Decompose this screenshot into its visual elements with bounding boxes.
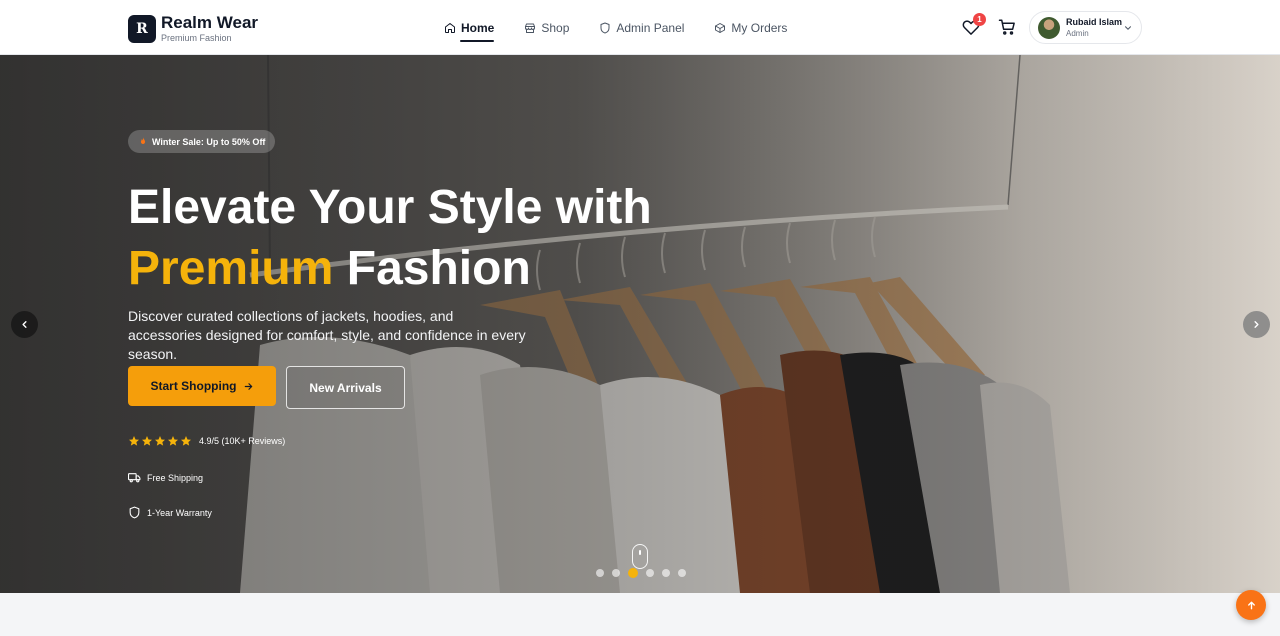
star-icon: [142, 436, 152, 446]
start-shopping-label: Start Shopping: [150, 379, 237, 393]
brand-logo[interactable]: R Realm Wear Premium Fashion: [128, 13, 258, 44]
logo-mark: R: [128, 14, 156, 43]
user-menu[interactable]: Rubaid Islam Admin: [1029, 11, 1142, 44]
carousel-dot-6[interactable]: [678, 569, 686, 577]
fire-icon: [140, 137, 146, 144]
store-icon: [525, 23, 536, 33]
nav-admin-panel[interactable]: Admin Panel: [599, 0, 684, 55]
nav-shop[interactable]: Shop: [524, 0, 569, 55]
shield-icon: [600, 22, 610, 33]
hero-carousel: Winter Sale: Up to 50% Off Elevate Your …: [0, 55, 1280, 593]
avatar: [1038, 16, 1060, 39]
sale-badge: Winter Sale: Up to 50% Off: [128, 130, 276, 153]
shield-icon: [129, 506, 140, 519]
nav-home[interactable]: Home: [444, 0, 495, 55]
hero-subtitle: Discover curated collections of jackets,…: [128, 308, 526, 362]
carousel-dot-5[interactable]: [662, 569, 670, 577]
feature-warranty-label: 1-Year Warranty: [147, 507, 212, 518]
home-icon: [445, 22, 455, 33]
feature-free-shipping: Free Shipping: [128, 471, 203, 484]
hero-title: Elevate Your Style with Premium Fashion: [128, 177, 748, 299]
star-icon: [181, 436, 191, 446]
carousel-dot-3[interactable]: [628, 568, 638, 578]
carousel-prev-button[interactable]: [11, 311, 38, 338]
rating-summary: 4.9/5 (10K+ Reviews): [128, 435, 285, 447]
scroll-mouse-icon: [632, 544, 648, 569]
feature-warranty: 1-Year Warranty: [128, 506, 212, 519]
star-icon: [155, 436, 165, 446]
hero-title-line1: Elevate Your Style with: [128, 181, 652, 234]
carousel-dot-2[interactable]: [612, 569, 620, 577]
carousel-dot-4[interactable]: [646, 569, 654, 577]
user-role: Admin: [1066, 28, 1089, 38]
chevron-left-icon: [22, 321, 27, 328]
package-icon: [715, 22, 726, 33]
rating-text: 4.9/5 (10K+ Reviews): [199, 436, 286, 446]
arrow-right-icon: [244, 382, 252, 390]
wishlist-count-badge: 1: [973, 13, 986, 26]
chevron-down-icon: [1124, 26, 1132, 30]
arrow-up-icon: [1247, 601, 1255, 609]
carousel-next-button[interactable]: [1243, 311, 1270, 338]
hero-title-accent: Premium: [128, 242, 334, 295]
brand-tagline: Premium Fashion: [161, 33, 232, 43]
new-arrivals-button[interactable]: New Arrivals: [286, 366, 405, 409]
start-shopping-button[interactable]: Start Shopping: [128, 366, 276, 406]
user-name: Rubaid Islam: [1066, 16, 1123, 27]
nav-shop-label: Shop: [541, 20, 570, 35]
nav-home-label: Home: [461, 20, 495, 35]
nav-admin-label: Admin Panel: [616, 20, 685, 35]
hero-title-rest: Fashion: [346, 242, 531, 295]
feature-free-shipping-label: Free Shipping: [147, 472, 204, 483]
scroll-to-top-button[interactable]: [1236, 590, 1266, 620]
star-icon: [129, 436, 139, 446]
carousel-dots: [596, 568, 694, 578]
carousel-dot-1[interactable]: [596, 569, 604, 577]
nav-my-orders[interactable]: My Orders: [714, 0, 787, 55]
nav-orders-label: My Orders: [731, 20, 788, 35]
sale-badge-text: Winter Sale: Up to 50% Off: [152, 136, 266, 147]
truck-icon: [128, 473, 141, 483]
rating-stars: [128, 435, 193, 447]
star-icon: [168, 436, 178, 446]
new-arrivals-label: New Arrivals: [309, 380, 382, 395]
brand-name: Realm Wear: [161, 13, 259, 32]
site-header: R Realm Wear Premium Fashion Home Shop A…: [0, 0, 1280, 55]
cart-icon[interactable]: [998, 18, 1016, 36]
main-nav: Home Shop Admin Panel My Orders: [444, 0, 817, 55]
chevron-right-icon: [1254, 321, 1259, 328]
